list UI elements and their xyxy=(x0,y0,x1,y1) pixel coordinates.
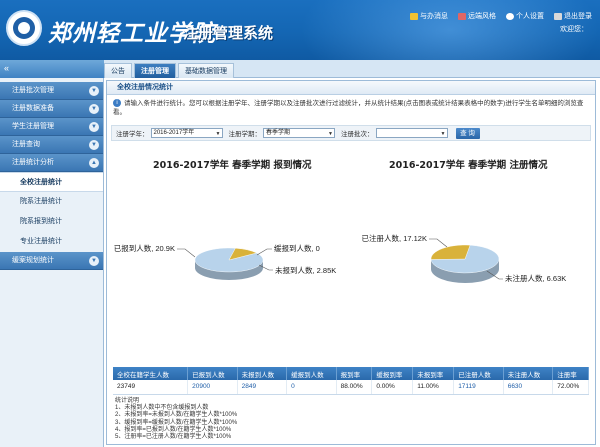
tab-registration[interactable]: 注册管理 xyxy=(134,63,176,78)
label-leader-line xyxy=(429,238,448,248)
sidebar-item-query[interactable]: 注册查询 ▼ xyxy=(0,136,103,154)
sidebar-sub-school[interactable]: 全校注册统计 xyxy=(0,172,103,192)
panel-title: 全校注册情况统计 xyxy=(107,81,595,95)
table-row: 23749 20900 2849 0 88.00% 0.00% 11.00% 17119 663… xyxy=(113,380,589,395)
settings-link[interactable]: 个人设置 xyxy=(506,11,544,21)
label-leader-line xyxy=(256,248,272,256)
table-cell: 72.00% xyxy=(552,380,589,395)
chevron-down-icon: ▼ xyxy=(89,140,99,150)
sidebar-item-stats[interactable]: 注册统计分析 ▲ xyxy=(0,154,103,172)
sidebar-collapse-button[interactable]: « xyxy=(0,60,104,78)
table-cell: 11.00% xyxy=(412,380,455,395)
top-links: 与办消息 远端风格 个人设置 退出登录 xyxy=(410,11,592,21)
pie-charts[interactable]: 已报到人数, 20.9K 未报到人数, 2.85K 缓报到人数, 0 已注册人数, 1… xyxy=(107,171,595,371)
chevron-down-icon: ▼ xyxy=(89,256,99,266)
envelope-icon xyxy=(410,12,418,20)
chevron-down-icon: ▼ xyxy=(440,131,446,137)
info-icon: i xyxy=(113,99,121,108)
notes-line: 3、缓报到率=缓报到人数/在籍学生人数*100% xyxy=(115,419,238,426)
table-cell: 88.00% xyxy=(336,380,373,395)
welcome-text: 欢迎您： xyxy=(560,26,588,33)
logout-link[interactable]: 退出登录 xyxy=(554,11,592,21)
column-header: 已注册人数 xyxy=(453,367,504,380)
notes-line: 5、注册率=已注册人数/在籍学生人数*100% xyxy=(115,434,232,441)
column-header: 报到率 xyxy=(336,367,373,380)
chevron-down-icon: ▼ xyxy=(89,86,99,96)
sidebar-item-defer[interactable]: 缓案规划统计 ▼ xyxy=(0,252,103,270)
pie-label: 未报到人数, 2.85K xyxy=(275,265,336,275)
column-header: 未报到率 xyxy=(412,367,455,380)
tab-basic-data[interactable]: 基础数据管理 xyxy=(178,63,234,78)
filter-bar: 注册学年： 2016-2017学年 ▼ 注册学期： 春季学期 ▼ 注册批次： ▼ 查… xyxy=(111,125,591,141)
table-cell[interactable]: 0 xyxy=(286,380,337,395)
palette-icon xyxy=(458,12,466,20)
column-header: 注册率 xyxy=(552,367,589,380)
header-glow xyxy=(300,0,600,60)
sidebar: 注册批次管理 ▼ 注册数据准备 ▼ 学生注册管理 ▼ 注册查询 ▼ 注册统计分析 ▲ 全校… xyxy=(0,78,104,447)
system-name: 注册管理系统 xyxy=(183,25,274,42)
main-panel: 全校注册情况统计 i 请输入条件进行统计。您可以根据注册学年、注册学期以及注册批次… xyxy=(106,80,596,445)
table-cell[interactable]: 2849 xyxy=(237,380,288,395)
logout-icon xyxy=(554,12,562,20)
tab-bar: « 公告 注册管理 基础数据管理 xyxy=(0,60,600,78)
sidebar-sub-dept-report[interactable]: 院系报到统计 xyxy=(0,212,103,232)
pie-label: 已注册人数, 17.12K xyxy=(362,233,427,243)
label-leader-line xyxy=(177,248,196,258)
pie-label: 缓报到人数, 0 xyxy=(274,243,320,253)
sidebar-item-data-prep[interactable]: 注册数据准备 ▼ xyxy=(0,100,103,118)
column-header: 未报到人数 xyxy=(237,367,288,380)
messages-link[interactable]: 与办消息 xyxy=(410,11,448,21)
chevron-down-icon: ▼ xyxy=(89,104,99,114)
batch-select[interactable]: ▼ xyxy=(375,128,448,138)
table-cell: 23749 xyxy=(113,380,189,395)
tab-announcement[interactable]: 公告 xyxy=(104,63,132,78)
chevron-up-icon: ▲ xyxy=(89,158,99,168)
notes-line: 2、未报到率=未报到人数/在籍学生人数*100% xyxy=(115,412,238,419)
sidebar-sub-dept-reg[interactable]: 院系注册统计 xyxy=(0,192,103,212)
column-header: 缓报到人数 xyxy=(286,367,337,380)
sidebar-item-student-reg[interactable]: 学生注册管理 ▼ xyxy=(0,118,103,136)
chart-title-registration: 2016-2017学年 春季学期 注册情况 xyxy=(389,160,548,171)
sidebar-item-batch[interactable]: 注册批次管理 ▼ xyxy=(0,82,103,100)
stats-table: 全校在籍学生人数 已报到人数 未报到人数 缓报到人数 报到率 缓报到率 未报到率 已注册人数未… xyxy=(113,367,589,395)
chevron-down-icon: ▼ xyxy=(89,122,99,132)
query-button[interactable]: 查 询 xyxy=(455,127,480,139)
style-link[interactable]: 远端风格 xyxy=(458,11,496,21)
table-cell[interactable]: 6630 xyxy=(503,380,554,395)
column-header: 缓报到率 xyxy=(371,367,414,380)
school-logo xyxy=(6,10,42,46)
year-select[interactable]: 2016-2017学年 ▼ xyxy=(150,128,223,138)
notes-line: 4、报到率=已报到人数/在籍学生人数*100% xyxy=(115,426,232,433)
chart-title-report: 2016-2017学年 春季学期 报到情况 xyxy=(153,160,312,171)
pie-label: 未注册人数, 6.63K xyxy=(505,273,566,283)
column-header: 已报到人数 xyxy=(187,367,238,380)
app-header: 郑州轻工业学院 注册管理系统 与办消息 远端风格 个人设置 退出登录 欢迎您： xyxy=(0,0,600,60)
chevron-down-icon: ▼ xyxy=(215,131,221,137)
stats-notes: 统计说明 1、未报到人数中不包含缓报到人数 2、未报到率=未报到人数/在籍学生人… xyxy=(115,398,237,441)
table-cell[interactable]: 20900 xyxy=(187,380,238,395)
info-text: i 请输入条件进行统计。您可以根据注册学年、注册学期以及注册批次进行过滤统计，并从… xyxy=(113,99,584,116)
column-header: 未注册人数 xyxy=(503,367,554,380)
user-icon xyxy=(506,12,514,20)
column-header: 全校在籍学生人数 xyxy=(113,367,189,380)
table-cell: 0.00% xyxy=(371,380,414,395)
table-cell[interactable]: 17119 xyxy=(453,380,504,395)
pie-slice[interactable] xyxy=(430,244,471,260)
chevron-down-icon: ▼ xyxy=(328,131,333,137)
term-select[interactable]: 春季学期 ▼ xyxy=(263,128,335,138)
pie-label: 已报到人数, 20.9K xyxy=(114,243,175,253)
sidebar-sub-major[interactable]: 专业注册统计 xyxy=(0,232,103,252)
